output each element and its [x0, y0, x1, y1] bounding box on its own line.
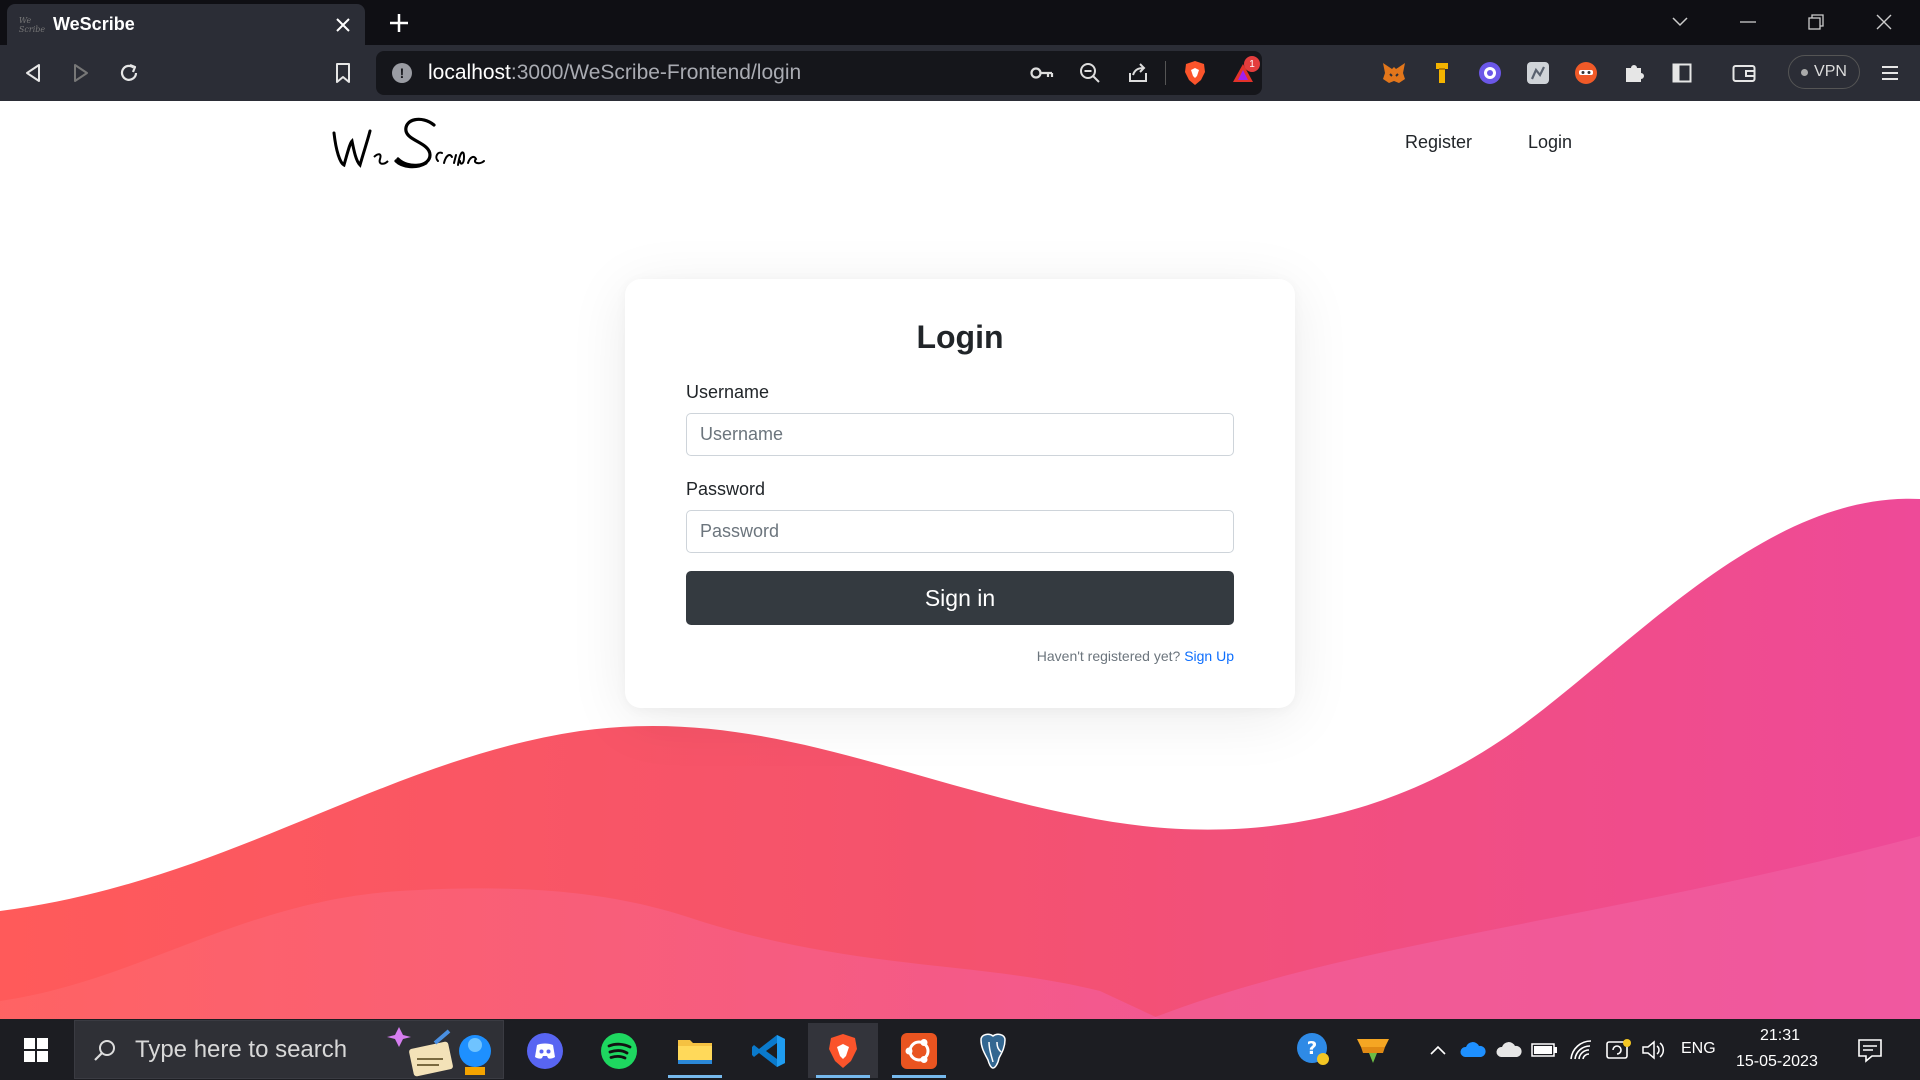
- file-explorer-icon[interactable]: [660, 1023, 730, 1078]
- language-indicator[interactable]: ENG: [1681, 1040, 1716, 1058]
- vscode-icon[interactable]: [734, 1023, 804, 1078]
- register-prompt-text: Haven't registered yet?: [1036, 648, 1181, 664]
- pencil-extension-icon[interactable]: [1426, 57, 1458, 89]
- clock-time[interactable]: 21:31: [1760, 1027, 1800, 1045]
- taskbar-search-box[interactable]: Type here to search: [74, 1020, 504, 1079]
- url-text[interactable]: localhost:3000/WeScribe-Frontend/login: [428, 61, 1013, 85]
- metamask-icon[interactable]: [1378, 57, 1410, 89]
- back-button[interactable]: [14, 54, 52, 92]
- sign-in-button[interactable]: Sign in: [686, 571, 1234, 625]
- tab-list-chevron-icon[interactable]: [1652, 4, 1708, 40]
- username-label: Username: [686, 382, 770, 402]
- site-info-icon[interactable]: !: [392, 63, 412, 83]
- tab-title: WeScribe: [53, 14, 135, 34]
- wallet-icon[interactable]: [1728, 57, 1760, 89]
- gray-extension-icon[interactable]: [1522, 57, 1554, 89]
- active-app-indicator: [892, 1075, 946, 1078]
- username-input[interactable]: [686, 413, 1234, 456]
- password-label: Password: [686, 479, 766, 499]
- wescribe-logo[interactable]: [330, 111, 510, 183]
- reload-button[interactable]: [110, 54, 148, 92]
- password-key-icon[interactable]: [1023, 54, 1061, 92]
- wifi-icon[interactable]: [1567, 1035, 1597, 1065]
- zoom-out-icon[interactable]: [1071, 54, 1109, 92]
- help-icon[interactable]: ?: [1296, 1032, 1330, 1066]
- browser-tab[interactable]: We Scribe WeScribe: [7, 4, 365, 45]
- login-card: Login Username Password Sign in Haven't …: [625, 279, 1295, 708]
- address-bar[interactable]: ! localhost:3000/WeScribe-Frontend/login…: [376, 51, 1262, 95]
- address-bar-separator: [1165, 61, 1166, 85]
- search-highlight-illustration-icon: [385, 1023, 497, 1077]
- sidebar-icon[interactable]: [1666, 57, 1698, 89]
- alerts-badge: 1: [1244, 56, 1260, 72]
- share-icon[interactable]: [1119, 54, 1157, 92]
- bookmark-icon[interactable]: [324, 54, 362, 92]
- onedrive-personal-icon[interactable]: [1494, 1035, 1524, 1065]
- tab-favicon: We Scribe: [18, 15, 46, 34]
- nav-login-link[interactable]: Login: [1528, 132, 1572, 153]
- sign-up-link[interactable]: Sign Up: [1184, 648, 1234, 664]
- sticky-notes-icon[interactable]: [1353, 1031, 1393, 1067]
- puzzle-icon[interactable]: [1618, 57, 1650, 89]
- register-hint: Haven't registered yet? Sign Up: [1037, 648, 1234, 664]
- active-app-indicator: [668, 1075, 722, 1078]
- vpn-label: VPN: [1814, 63, 1847, 80]
- blue-circle-extension-icon[interactable]: [1474, 57, 1506, 89]
- forward-button[interactable]: [62, 54, 100, 92]
- menu-icon[interactable]: [1874, 57, 1906, 89]
- brave-icon[interactable]: [808, 1023, 878, 1078]
- search-icon: [93, 1038, 117, 1062]
- close-window-button[interactable]: [1856, 4, 1912, 40]
- svg-text:?: ?: [1307, 1038, 1317, 1059]
- nav-register-link[interactable]: Register: [1405, 132, 1472, 153]
- battery-icon[interactable]: [1530, 1035, 1560, 1065]
- discord-icon[interactable]: [510, 1023, 580, 1078]
- orange-extension-icon[interactable]: [1570, 57, 1602, 89]
- clock-date[interactable]: 15-05-2023: [1736, 1053, 1818, 1071]
- postgresql-icon[interactable]: [958, 1023, 1028, 1078]
- browser-toolbar: ! localhost:3000/WeScribe-Frontend/login…: [0, 45, 1920, 101]
- show-hidden-icons-chevron-icon[interactable]: [1423, 1035, 1453, 1065]
- vpn-button[interactable]: VPN: [1788, 55, 1860, 89]
- search-placeholder: Type here to search: [135, 1035, 348, 1063]
- brave-shields-icon[interactable]: [1176, 54, 1214, 92]
- restore-button[interactable]: [1788, 4, 1844, 40]
- minimize-button[interactable]: [1720, 4, 1776, 40]
- notifications-icon[interactable]: [1855, 1035, 1885, 1065]
- updates-icon[interactable]: [1603, 1035, 1633, 1065]
- vpn-status-dot: [1801, 68, 1809, 76]
- browser-tab-strip: We Scribe WeScribe: [0, 0, 1920, 45]
- active-app-indicator: [816, 1075, 870, 1078]
- ubuntu-icon[interactable]: [884, 1023, 954, 1078]
- brave-rewards-icon[interactable]: 1: [1224, 54, 1262, 92]
- web-page: Register Login Login Username Password S…: [0, 101, 1920, 1019]
- volume-icon[interactable]: [1639, 1035, 1669, 1065]
- onedrive-icon[interactable]: [1458, 1035, 1488, 1065]
- password-input[interactable]: [686, 510, 1234, 553]
- spotify-icon[interactable]: [584, 1023, 654, 1078]
- tab-close-icon[interactable]: [327, 9, 359, 41]
- login-title: Login: [916, 319, 1004, 355]
- windows-start-button[interactable]: [10, 1027, 62, 1073]
- windows-taskbar: Type here to search ? ENG 21:31 15-05-20…: [0, 1019, 1920, 1080]
- new-tab-button[interactable]: [382, 6, 416, 40]
